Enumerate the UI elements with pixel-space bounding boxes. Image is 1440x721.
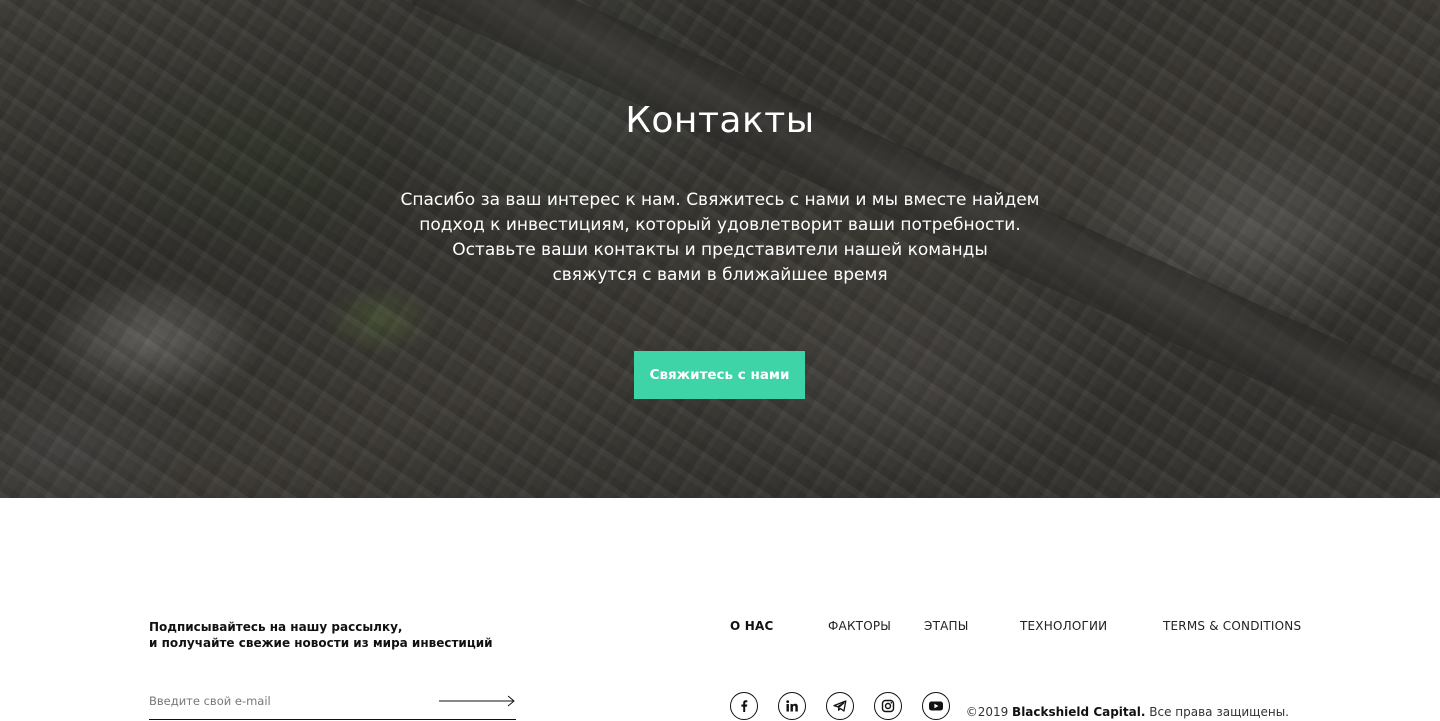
linkedin-link[interactable] bbox=[778, 692, 806, 720]
copyright-suffix: Все права защищены. bbox=[1145, 705, 1289, 719]
youtube-link[interactable] bbox=[922, 692, 950, 720]
instagram-link[interactable] bbox=[874, 692, 902, 720]
nav-item-factors[interactable]: ФАКТОРЫ bbox=[828, 619, 891, 633]
copyright-prefix: ©2019 bbox=[965, 705, 1013, 719]
newsletter-line-2: и получайте свежие новости из мира инвес… bbox=[149, 636, 493, 650]
hero-description-line: Оставьте ваши контакты и представители н… bbox=[452, 240, 988, 260]
contact-us-button[interactable]: Свяжитесь с нами bbox=[634, 351, 805, 399]
hero-description-line: свяжутся с вами в ближайшее время bbox=[552, 265, 888, 285]
linkedin-icon bbox=[786, 700, 798, 712]
copyright: ©2019 Blackshield Capital. Все права защ… bbox=[966, 705, 1289, 719]
newsletter-form bbox=[149, 684, 516, 720]
telegram-link[interactable] bbox=[826, 692, 854, 720]
instagram-icon bbox=[881, 699, 895, 713]
page-title: Контакты bbox=[625, 100, 815, 141]
facebook-link[interactable] bbox=[730, 692, 758, 720]
newsletter-line-1: Подписывайтесь на нашу рассылку, bbox=[149, 620, 403, 634]
telegram-icon bbox=[833, 700, 847, 712]
nav-item-about[interactable]: О НАС bbox=[730, 619, 774, 633]
nav-item-stages[interactable]: ЭТАПЫ bbox=[924, 619, 969, 633]
youtube-icon bbox=[929, 701, 943, 711]
subscribe-submit-button[interactable] bbox=[437, 692, 517, 710]
hero-description: Спасибо за ваш интерес к нам. Свяжитесь … bbox=[370, 188, 1070, 288]
arrow-right-icon bbox=[439, 695, 515, 707]
email-input[interactable] bbox=[149, 684, 429, 718]
hero-description-line: подход к инвестициям, который удовлетвор… bbox=[419, 215, 1021, 235]
hero-description-line: Спасибо за ваш интерес к нам. Свяжитесь … bbox=[400, 190, 1040, 210]
hero-section: Контакты Спасибо за ваш интерес к нам. С… bbox=[0, 0, 1440, 498]
copyright-brand: Blackshield Capital. bbox=[1012, 705, 1146, 719]
nav-item-technologies[interactable]: ТЕХНОЛОГИИ bbox=[1020, 619, 1107, 633]
newsletter-text: Подписывайтесь на нашу рассылку, и получ… bbox=[149, 619, 549, 651]
facebook-icon bbox=[741, 700, 748, 712]
nav-item-terms[interactable]: TERMS & CONDITIONS bbox=[1163, 619, 1301, 633]
